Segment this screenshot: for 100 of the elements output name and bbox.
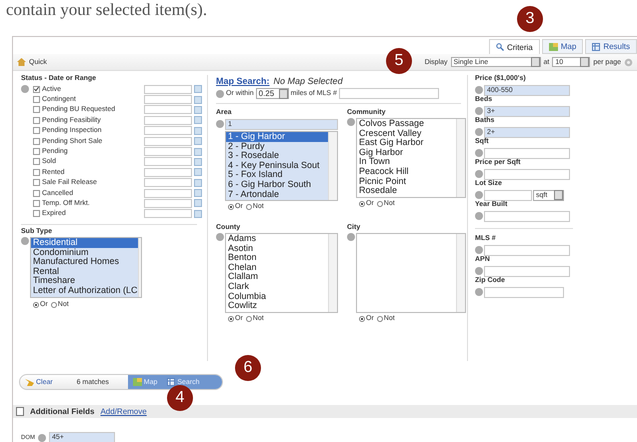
scrollbar[interactable]	[456, 234, 465, 312]
radio-button[interactable]	[246, 204, 252, 210]
list-option[interactable]: 5 - Fox Island	[226, 170, 328, 180]
tab[interactable]: Results	[585, 39, 637, 54]
map-search-link[interactable]: Map Search:	[216, 76, 270, 86]
settings-icon[interactable]	[624, 58, 633, 66]
mls-field[interactable]	[338, 88, 439, 99]
checkbox[interactable]	[33, 168, 40, 176]
input-field[interactable]	[484, 210, 570, 222]
date-field[interactable]	[144, 136, 192, 146]
list-option[interactable]: Cowlitz	[226, 301, 328, 311]
date-field[interactable]	[144, 105, 192, 114]
checkbox[interactable]	[33, 210, 40, 218]
tab[interactable]: Criteria	[488, 39, 540, 54]
list-option[interactable]: Picnic Point	[357, 176, 456, 186]
list-option[interactable]: Crescent Valley	[357, 128, 456, 138]
scrollbar[interactable]	[456, 119, 465, 197]
scrollbar[interactable]	[328, 132, 337, 200]
list-option[interactable]: Rosedale	[357, 186, 456, 196]
list-option[interactable]: Clallam	[226, 272, 328, 282]
input-field[interactable]	[484, 244, 570, 256]
help-icon[interactable]	[475, 149, 483, 157]
radio-button[interactable]	[376, 316, 383, 322]
help-icon[interactable]	[216, 120, 224, 128]
checkbox[interactable]	[33, 158, 40, 166]
help-icon[interactable]	[475, 191, 483, 199]
help-icon[interactable]	[38, 434, 46, 442]
distance-select[interactable]: 0.25	[256, 88, 289, 99]
checkbox[interactable]	[33, 106, 40, 114]
input-field[interactable]	[484, 266, 570, 276]
list-option[interactable]: East Gig Harbor	[357, 138, 456, 148]
list-option[interactable]: 4 - Key Peninsula Sout	[226, 160, 328, 170]
list-option[interactable]: 1 - Gig Harbor	[226, 132, 328, 142]
radio-button[interactable]	[359, 316, 365, 322]
help-icon[interactable]	[21, 85, 29, 94]
help-icon[interactable]	[475, 128, 483, 136]
list-option[interactable]: Asotin	[226, 244, 328, 254]
help-icon[interactable]	[475, 246, 483, 254]
help-icon[interactable]	[475, 288, 483, 296]
list-box[interactable]: Adams Asotin Benton Chelan Clallam Clark Columbia Cowlitz	[225, 233, 338, 313]
list-option[interactable]: Condominium	[31, 248, 138, 258]
help-icon[interactable]	[216, 233, 224, 241]
radio-button[interactable]	[359, 200, 365, 206]
checkbox[interactable]	[33, 127, 40, 134]
date-field[interactable]	[144, 168, 192, 177]
list-option[interactable]: Adams	[226, 234, 328, 244]
add-remove-link[interactable]: Add/Remove	[100, 407, 147, 416]
list-option[interactable]: In Town	[357, 157, 456, 167]
list-option[interactable]: Residential	[31, 238, 138, 248]
list-option[interactable]: Colvos Passage	[357, 119, 456, 129]
date-field[interactable]	[144, 126, 192, 136]
help-icon[interactable]	[475, 212, 483, 220]
scrollbar[interactable]	[138, 238, 141, 298]
date-field[interactable]	[144, 198, 192, 208]
date-field[interactable]	[144, 188, 192, 198]
help-icon[interactable]	[347, 118, 355, 126]
input-field[interactable]	[484, 190, 532, 200]
input-field[interactable]	[484, 286, 564, 298]
help-icon[interactable]	[21, 237, 29, 246]
date-field[interactable]	[144, 95, 192, 104]
list-box[interactable]: Colvos Passage Crescent Valley East Gig Harbor Gig Harbor In Town Peacock Hill Picnic Point Rosedale	[356, 118, 466, 198]
date-field[interactable]	[144, 209, 192, 218]
list-option[interactable]: 2 - Purdy	[226, 142, 328, 152]
radio-button[interactable]	[50, 302, 57, 308]
list-option[interactable]: Gig Harbor	[357, 148, 456, 158]
list-option[interactable]: Rental	[31, 266, 138, 276]
tab[interactable]: Map	[542, 39, 584, 54]
checkbox[interactable]	[33, 116, 40, 124]
list-option[interactable]: Manufactured Homes	[31, 257, 138, 267]
input-field[interactable]	[484, 148, 570, 158]
list-option[interactable]: 6 - Gig Harbor South	[226, 180, 328, 190]
radio-button[interactable]	[246, 316, 252, 322]
radio-button[interactable]	[228, 316, 234, 322]
list-option[interactable]: 3 - Rosedale	[226, 151, 328, 161]
checkbox[interactable]	[33, 200, 40, 207]
list-option[interactable]: Peacock Hill	[357, 166, 456, 177]
help-icon[interactable]	[216, 90, 224, 98]
date-field[interactable]	[144, 116, 192, 125]
radio-button[interactable]	[33, 302, 39, 308]
scrollbar[interactable]	[328, 234, 337, 312]
list-option[interactable]: Letter of Authorization (LC	[31, 286, 138, 296]
input-field[interactable]	[484, 168, 570, 180]
list-box[interactable]: Residential Condominium Manufactured Homes Rental Timeshare Letter of Authorization (LC	[30, 237, 142, 298]
checkbox[interactable]	[33, 148, 40, 156]
help-icon[interactable]	[347, 233, 355, 241]
checkbox[interactable]	[33, 96, 40, 104]
list-option[interactable]: Columbia	[226, 292, 328, 302]
radio-button[interactable]	[228, 204, 234, 210]
help-icon[interactable]	[475, 107, 483, 115]
help-icon[interactable]	[475, 170, 483, 178]
list-option[interactable]: Chelan	[226, 262, 328, 272]
checkbox[interactable]	[33, 190, 40, 197]
checkbox[interactable]	[33, 138, 40, 145]
date-field[interactable]	[144, 157, 192, 166]
list-option[interactable]: Benton	[226, 253, 328, 263]
date-field[interactable]	[144, 147, 192, 156]
date-field[interactable]	[144, 178, 192, 188]
help-icon[interactable]	[475, 86, 483, 94]
list-option[interactable]: Clark	[226, 282, 328, 292]
list-box[interactable]: 1 - Gig Harbor 2 - Purdy 3 - Rosedale 4 - Key Peninsula Sout 5 - Fox Island 6 - Gig Harbor South 7 - Artondale	[225, 131, 338, 201]
